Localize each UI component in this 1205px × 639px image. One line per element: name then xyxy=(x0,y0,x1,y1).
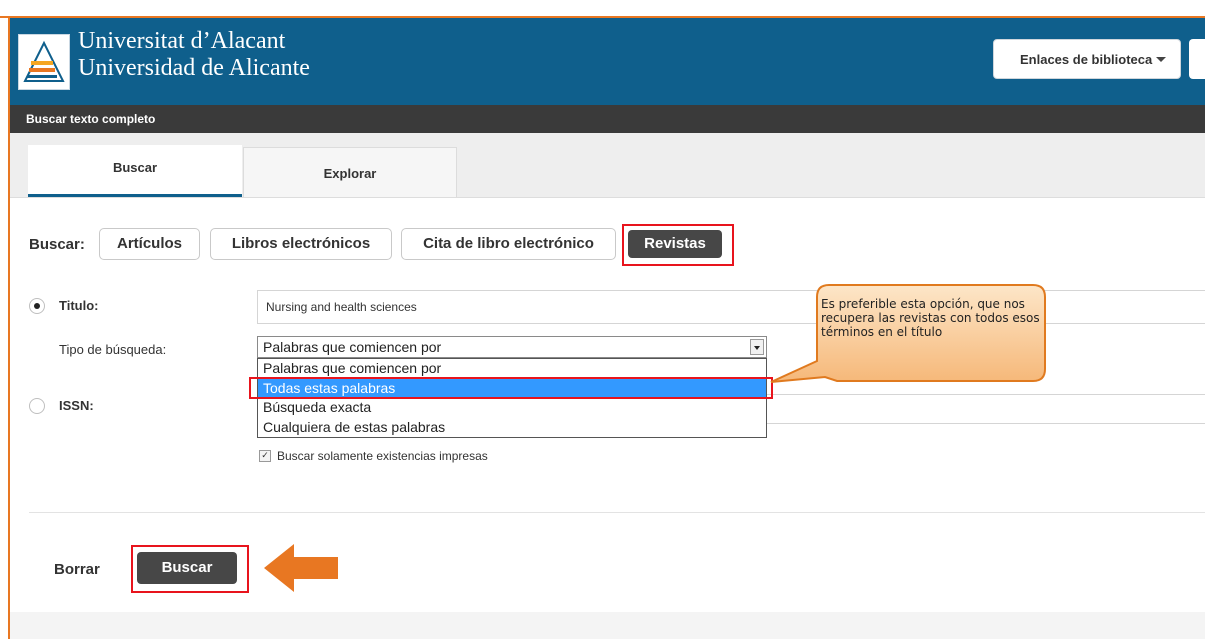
print-only-checkbox[interactable]: ✓ xyxy=(259,450,271,462)
header-extra-button[interactable] xyxy=(1189,39,1205,79)
issn-radio[interactable] xyxy=(29,398,45,414)
site-header: Universitat d’Alacant Universidad de Ali… xyxy=(10,18,1205,105)
search-type-label: Buscar: xyxy=(29,236,85,253)
panel-title-bar: Buscar texto completo xyxy=(10,105,1205,133)
journals-highlight-box xyxy=(622,224,734,266)
issn-label: ISSN: xyxy=(59,398,94,413)
title-label: Titulo: xyxy=(59,298,99,313)
search-kind-label: Tipo de búsqueda: xyxy=(59,342,167,357)
annotation-callout-text: Es preferible esta opción, que nos recup… xyxy=(821,297,1040,339)
university-logo[interactable] xyxy=(18,34,70,90)
tab-search[interactable]: Buscar xyxy=(28,145,242,197)
caret-down-icon xyxy=(1156,57,1166,62)
university-name-valencian[interactable]: Universitat d’Alacant xyxy=(78,28,285,54)
clear-button[interactable]: Borrar xyxy=(54,561,100,578)
divider xyxy=(29,512,1205,513)
print-only-label: Buscar solamente existencias impresas xyxy=(277,449,488,463)
radio-selected-dot xyxy=(34,303,40,309)
library-links-dropdown[interactable]: Enlaces de biblioteca xyxy=(993,39,1181,79)
search-type-ebooks-button[interactable]: Libros electrónicos xyxy=(210,228,392,260)
tab-browse[interactable]: Explorar xyxy=(243,147,457,197)
search-kind-selected-value: Palabras que comiencen por xyxy=(263,339,442,355)
dropdown-option[interactable]: Búsqueda exacta xyxy=(258,398,766,418)
dropdown-option[interactable]: Cualquiera de estas palabras xyxy=(258,418,766,438)
title-radio[interactable] xyxy=(29,298,45,314)
left-arrow-icon xyxy=(264,544,338,592)
university-name-spanish[interactable]: Universidad de Alicante xyxy=(78,55,310,81)
search-button-highlight-box xyxy=(131,545,249,593)
library-links-label: Enlaces de biblioteca xyxy=(1020,51,1153,67)
logo-icon xyxy=(23,40,65,82)
tab-bar: Buscar Explorar xyxy=(10,133,1205,198)
search-type-articles-button[interactable]: Artículos xyxy=(99,228,200,260)
footer-strip xyxy=(10,612,1205,639)
dropdown-option[interactable]: Palabras que comiencen por xyxy=(258,359,766,379)
search-type-ebook-citation-button[interactable]: Cita de libro electrónico xyxy=(401,228,616,260)
search-kind-select[interactable]: Palabras que comiencen por xyxy=(257,336,767,358)
option-highlight-box xyxy=(249,377,773,399)
print-only-option[interactable]: ✓ Buscar solamente existencias impresas xyxy=(259,449,488,463)
title-input[interactable]: Nursing and health sciences xyxy=(257,290,1205,324)
